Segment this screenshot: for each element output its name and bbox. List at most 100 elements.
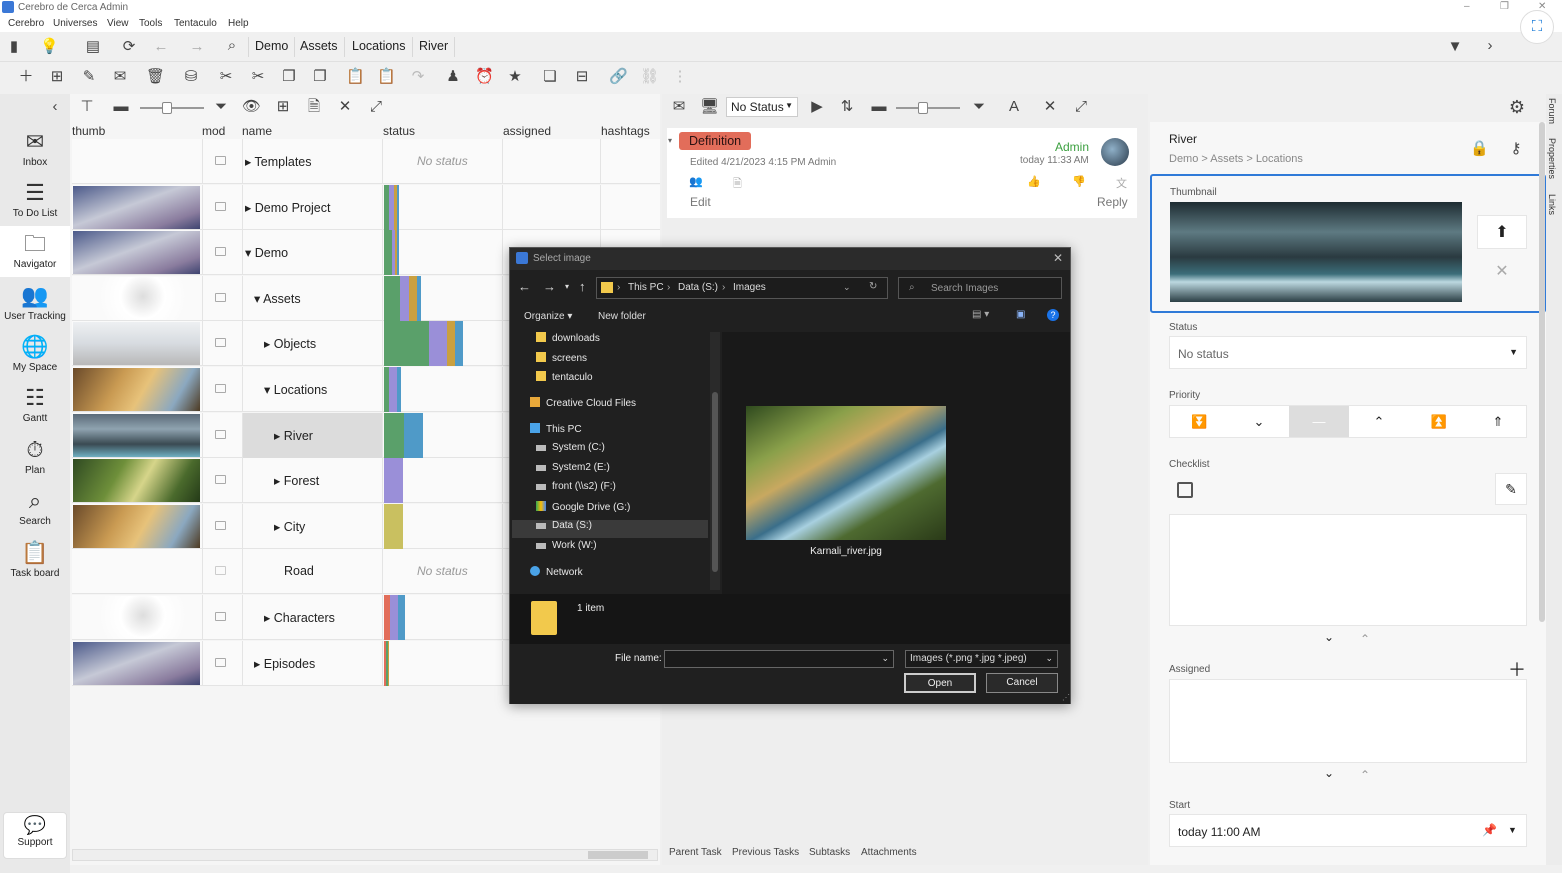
filter-icon[interactable]: ⏷: [970, 98, 988, 116]
thumbnail-toggle-icon[interactable]: ▬: [112, 98, 130, 116]
col-thumb[interactable]: thumb: [72, 124, 105, 138]
edit-icon[interactable]: ✎: [80, 68, 98, 86]
expand-arrow-icon[interactable]: ▾: [245, 246, 251, 260]
file-name-label[interactable]: Karnali_river.jpg: [746, 546, 946, 557]
chevron-down-icon[interactable]: ⌄: [843, 282, 851, 293]
back-icon[interactable]: ←: [518, 279, 531, 294]
add-subtask-icon[interactable]: ⊞: [48, 68, 66, 86]
chevron-down-icon[interactable]: ⌄: [881, 653, 889, 664]
collapse-all-icon[interactable]: ✕: [336, 98, 354, 116]
book-icon[interactable]: ▮: [5, 38, 23, 56]
breadcrumb-locations[interactable]: Locations: [346, 37, 413, 57]
assigned-area[interactable]: [1169, 679, 1527, 763]
tree-item-creative-cloud[interactable]: Creative Cloud Files: [530, 397, 710, 415]
dropdown-arrow-icon[interactable]: ▼: [1446, 38, 1464, 56]
chevron-up-icon[interactable]: ⌃: [1360, 632, 1370, 646]
nav-search[interactable]: ⌕ Search: [0, 483, 70, 534]
expand-all-icon[interactable]: ⤢: [367, 98, 385, 116]
sort-icon[interactable]: ⇅: [838, 98, 856, 116]
preview-pane-icon[interactable]: ▣: [1016, 309, 1025, 320]
tab-subtasks[interactable]: Subtasks: [809, 847, 850, 858]
nav-user-tracking[interactable]: 👥 User Tracking: [0, 278, 70, 329]
cut-icon[interactable]: ✂: [217, 68, 235, 86]
tree-item-this-pc[interactable]: This PC: [530, 423, 710, 441]
menu-tentaculo[interactable]: Tentaculo: [174, 18, 217, 29]
chevron-down-icon[interactable]: ⌄: [1324, 630, 1334, 644]
refresh-icon[interactable]: ↻: [869, 281, 877, 292]
expand-arrow-icon[interactable]: ▸: [274, 429, 280, 443]
table-row[interactable]: ▸ Templates No status: [72, 139, 660, 184]
table-row[interactable]: ▸ Demo Project: [72, 185, 660, 230]
pin-icon[interactable]: 📌: [1482, 823, 1497, 837]
tab-forum[interactable]: Forum: [1547, 98, 1557, 124]
expand-arrow-icon[interactable]: ▸: [245, 201, 251, 215]
search-icon[interactable]: ⌕: [223, 37, 241, 55]
col-status[interactable]: status: [383, 124, 415, 138]
more-vertical-icon[interactable]: ⋮: [671, 68, 689, 86]
menu-universes[interactable]: Universes: [53, 18, 97, 29]
pin-icon[interactable]: ♟: [444, 68, 462, 86]
translate-icon[interactable]: 文: [1116, 175, 1127, 191]
col-assigned[interactable]: assigned: [503, 124, 551, 138]
help-icon[interactable]: ?: [1047, 309, 1059, 321]
tab-attachments[interactable]: Attachments: [861, 847, 917, 858]
collapse-all-icon[interactable]: ✕: [1041, 98, 1059, 116]
breadcrumb-river[interactable]: River: [413, 37, 456, 57]
tree-item-front-f[interactable]: front (\\s2) (F:): [536, 481, 716, 499]
alarm-icon[interactable]: ⏰: [475, 68, 494, 86]
document-icon[interactable]: 🗎: [733, 175, 742, 194]
priority-high-button[interactable]: ⌃: [1349, 406, 1409, 437]
copy-icon[interactable]: ❐: [280, 68, 298, 86]
edit-link[interactable]: Edit: [690, 195, 711, 209]
tab-properties[interactable]: Properties: [1547, 138, 1557, 179]
tree-item-system2-e[interactable]: System2 (E:): [536, 462, 716, 480]
cut-link-icon[interactable]: ✂: [249, 68, 267, 86]
expand-arrow-icon[interactable]: ▸: [254, 657, 260, 671]
tree-scrollbar[interactable]: [710, 332, 720, 590]
thumbnail-toggle-icon[interactable]: ▬: [870, 98, 888, 116]
add-icon[interactable]: ＋: [17, 68, 35, 86]
message-icon[interactable]: ✉: [111, 68, 129, 86]
collapse-arrow-icon[interactable]: ▾: [668, 136, 672, 145]
thumbs-down-icon[interactable]: 👎: [1072, 175, 1086, 188]
remove-thumbnail-button[interactable]: ✕: [1477, 255, 1527, 289]
forum-size-slider[interactable]: [896, 102, 960, 114]
tree-item-system-c[interactable]: System (C:): [536, 442, 716, 460]
view-options-icon[interactable]: ▤ ▾: [972, 309, 989, 320]
properties-scrollbar[interactable]: [1539, 122, 1545, 622]
panels-icon[interactable]: ▤: [84, 38, 102, 56]
monitor-icon[interactable]: 🖥: [700, 98, 719, 116]
screenshot-capture-button[interactable]: ⛶: [1520, 10, 1554, 44]
priority-lowest-button[interactable]: ⏬: [1170, 406, 1229, 437]
unlink-icon[interactable]: ⛓: [640, 68, 659, 86]
resize-grip-icon[interactable]: ⋰: [1062, 693, 1070, 702]
breadcrumb-demo[interactable]: Demo: [248, 37, 296, 57]
slider-handle[interactable]: [918, 102, 928, 114]
menu-help[interactable]: Help: [228, 18, 249, 29]
collapse-left-icon[interactable]: ‹: [46, 98, 64, 116]
search-images-input[interactable]: ⌕ Search Images: [898, 277, 1062, 299]
new-folder-button[interactable]: New folder: [598, 311, 646, 322]
author-name[interactable]: Admin: [1055, 140, 1089, 154]
hierarchy-icon[interactable]: ⊤: [78, 98, 96, 116]
menu-view[interactable]: View: [107, 18, 129, 29]
chevron-down-icon[interactable]: ⌄: [1324, 766, 1334, 780]
tree-item-network[interactable]: Network: [530, 566, 710, 584]
menu-cerebro[interactable]: Cerebro: [8, 18, 44, 29]
status-select[interactable]: No status ▼: [1169, 336, 1527, 369]
thumbs-up-icon[interactable]: 👍: [1027, 175, 1041, 188]
gear-icon[interactable]: ⚙: [1508, 98, 1526, 116]
expand-arrow-icon[interactable]: ▸: [264, 611, 270, 625]
refresh-icon[interactable]: ⟳: [120, 38, 138, 56]
breadcrumb-assets[interactable]: Assets: [294, 37, 345, 57]
tab-previous-tasks[interactable]: Previous Tasks: [732, 847, 799, 858]
nav-gantt[interactable]: ☷ Gantt: [0, 380, 70, 431]
nav-task-board[interactable]: 📋 Task board: [0, 535, 70, 586]
tab-parent-task[interactable]: Parent Task: [669, 847, 722, 858]
priority-higher-button[interactable]: ⏫: [1409, 406, 1469, 437]
slider-handle[interactable]: [162, 102, 172, 114]
organize-button[interactable]: Organize ▾: [524, 311, 572, 322]
tree-item-data-s[interactable]: Data (S:): [512, 520, 708, 538]
expand-arrow-icon[interactable]: ▾: [264, 383, 270, 397]
file-type-select[interactable]: Images (*.png *.jpg *.jpeg) ⌄: [905, 650, 1058, 668]
